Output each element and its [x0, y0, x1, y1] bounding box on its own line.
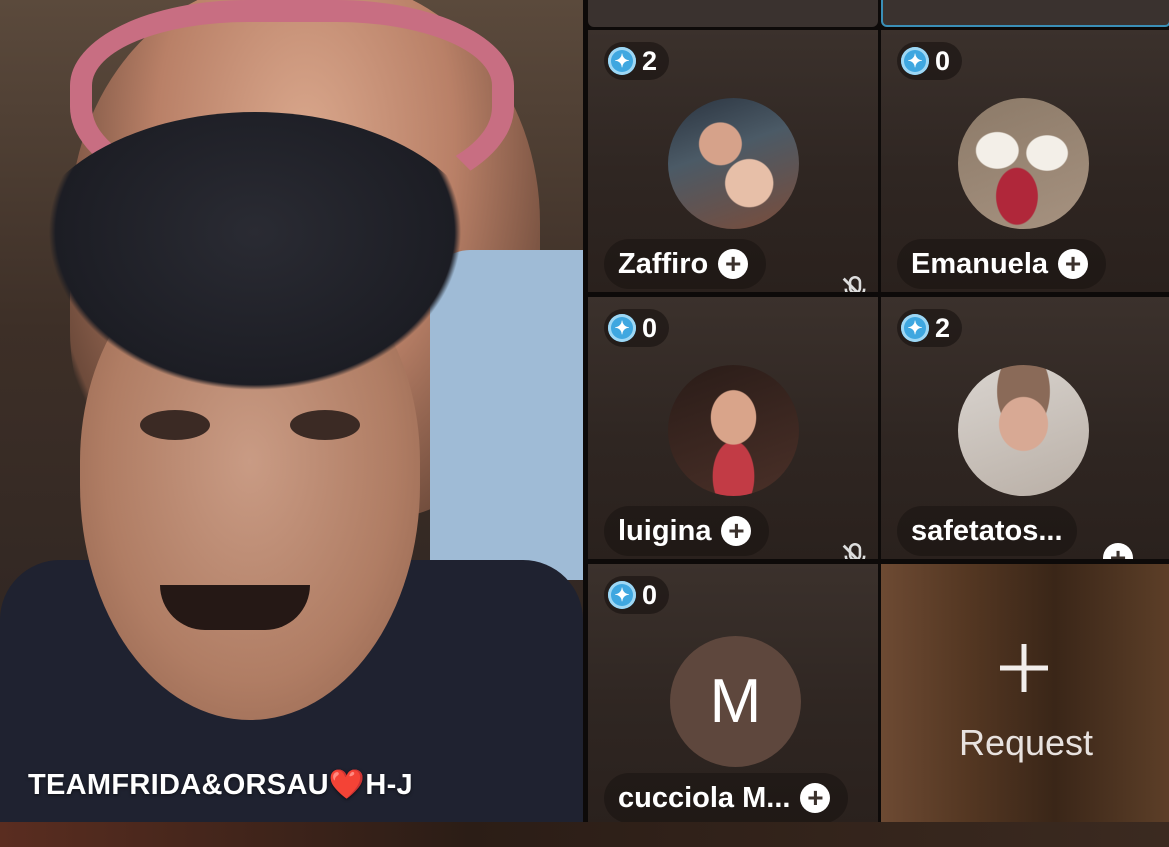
avatar[interactable] [958, 365, 1089, 496]
plus-icon[interactable]: + [800, 783, 831, 813]
host-name: TEAMFRIDA&ORSAU❤️H-J [28, 769, 413, 801]
guest-tile-emanuela[interactable]: ✦ 0 Emanuela + [881, 30, 1169, 292]
host-eye-left [140, 410, 210, 440]
score-value: 0 [642, 312, 658, 343]
plus-icon[interactable]: + [1103, 543, 1133, 559]
score-value: 0 [935, 45, 951, 76]
request-label: Request [958, 722, 1094, 763]
score-badge: ✦ 2 [897, 309, 963, 347]
guest-tile-top-left[interactable] [588, 0, 878, 27]
guest-name: cucciola M... [618, 781, 791, 814]
guest-tile-safetatos[interactable]: ✦ 2 safetatos... + [881, 297, 1169, 559]
gem-icon: ✦ [608, 314, 636, 342]
guest-name: Zaffiro [618, 247, 709, 280]
host-hair [20, 112, 490, 412]
score-badge: ✦ 0 [897, 42, 963, 80]
mic-off-icon [842, 275, 866, 292]
plus-icon[interactable]: + [721, 516, 752, 546]
mic-off-icon [842, 542, 866, 559]
bottom-strip [0, 822, 1169, 847]
guest-name: Emanuela [911, 247, 1048, 280]
plus-icon[interactable]: + [1058, 249, 1088, 279]
avatar[interactable] [668, 98, 799, 229]
score-badge: ✦ 0 [604, 309, 670, 347]
score-value: 2 [642, 45, 658, 76]
gem-icon: ✦ [901, 47, 929, 75]
name-pill[interactable]: cucciola M... + [604, 773, 849, 823]
avatar[interactable] [668, 365, 799, 496]
gem-icon: ✦ [901, 314, 929, 342]
score-badge: ✦ 2 [604, 42, 670, 80]
name-pill[interactable]: luigina + [604, 506, 770, 556]
score-badge: ✦ 0 [604, 576, 670, 614]
name-pill[interactable]: safetatos... [897, 506, 1077, 556]
avatar[interactable] [958, 98, 1089, 229]
guest-name: safetatos... [911, 514, 1063, 547]
host-mouth [160, 585, 310, 630]
guest-name: luigina [618, 514, 712, 547]
host-video[interactable]: TEAMFRIDA&ORSAU❤️H-J [0, 0, 583, 822]
score-value: 2 [935, 312, 951, 343]
guest-tile-top-right[interactable] [881, 0, 1169, 27]
request-tile[interactable]: Request [881, 564, 1169, 826]
score-value: 0 [642, 579, 658, 610]
plus-icon[interactable]: + [718, 249, 749, 279]
name-pill[interactable]: Emanuela + [897, 239, 1106, 289]
plus-icon[interactable] [994, 638, 1054, 698]
guest-tile-zaffiro[interactable]: ✦ 2 Zaffiro + [588, 30, 878, 292]
guest-grid: ✦ 2 Zaffiro + ✦ 0 Emanuela + ✦ 0 luigina… [583, 0, 1169, 826]
gem-icon: ✦ [608, 47, 636, 75]
guest-tile-luigina[interactable]: ✦ 0 luigina + [588, 297, 878, 559]
letter-avatar[interactable]: M [670, 636, 801, 767]
gem-icon: ✦ [608, 581, 636, 609]
host-eye-right [290, 410, 360, 440]
name-pill[interactable]: Zaffiro + [604, 239, 767, 289]
guest-tile-cucciola[interactable]: ✦ 0 M cucciola M... + [588, 564, 878, 826]
